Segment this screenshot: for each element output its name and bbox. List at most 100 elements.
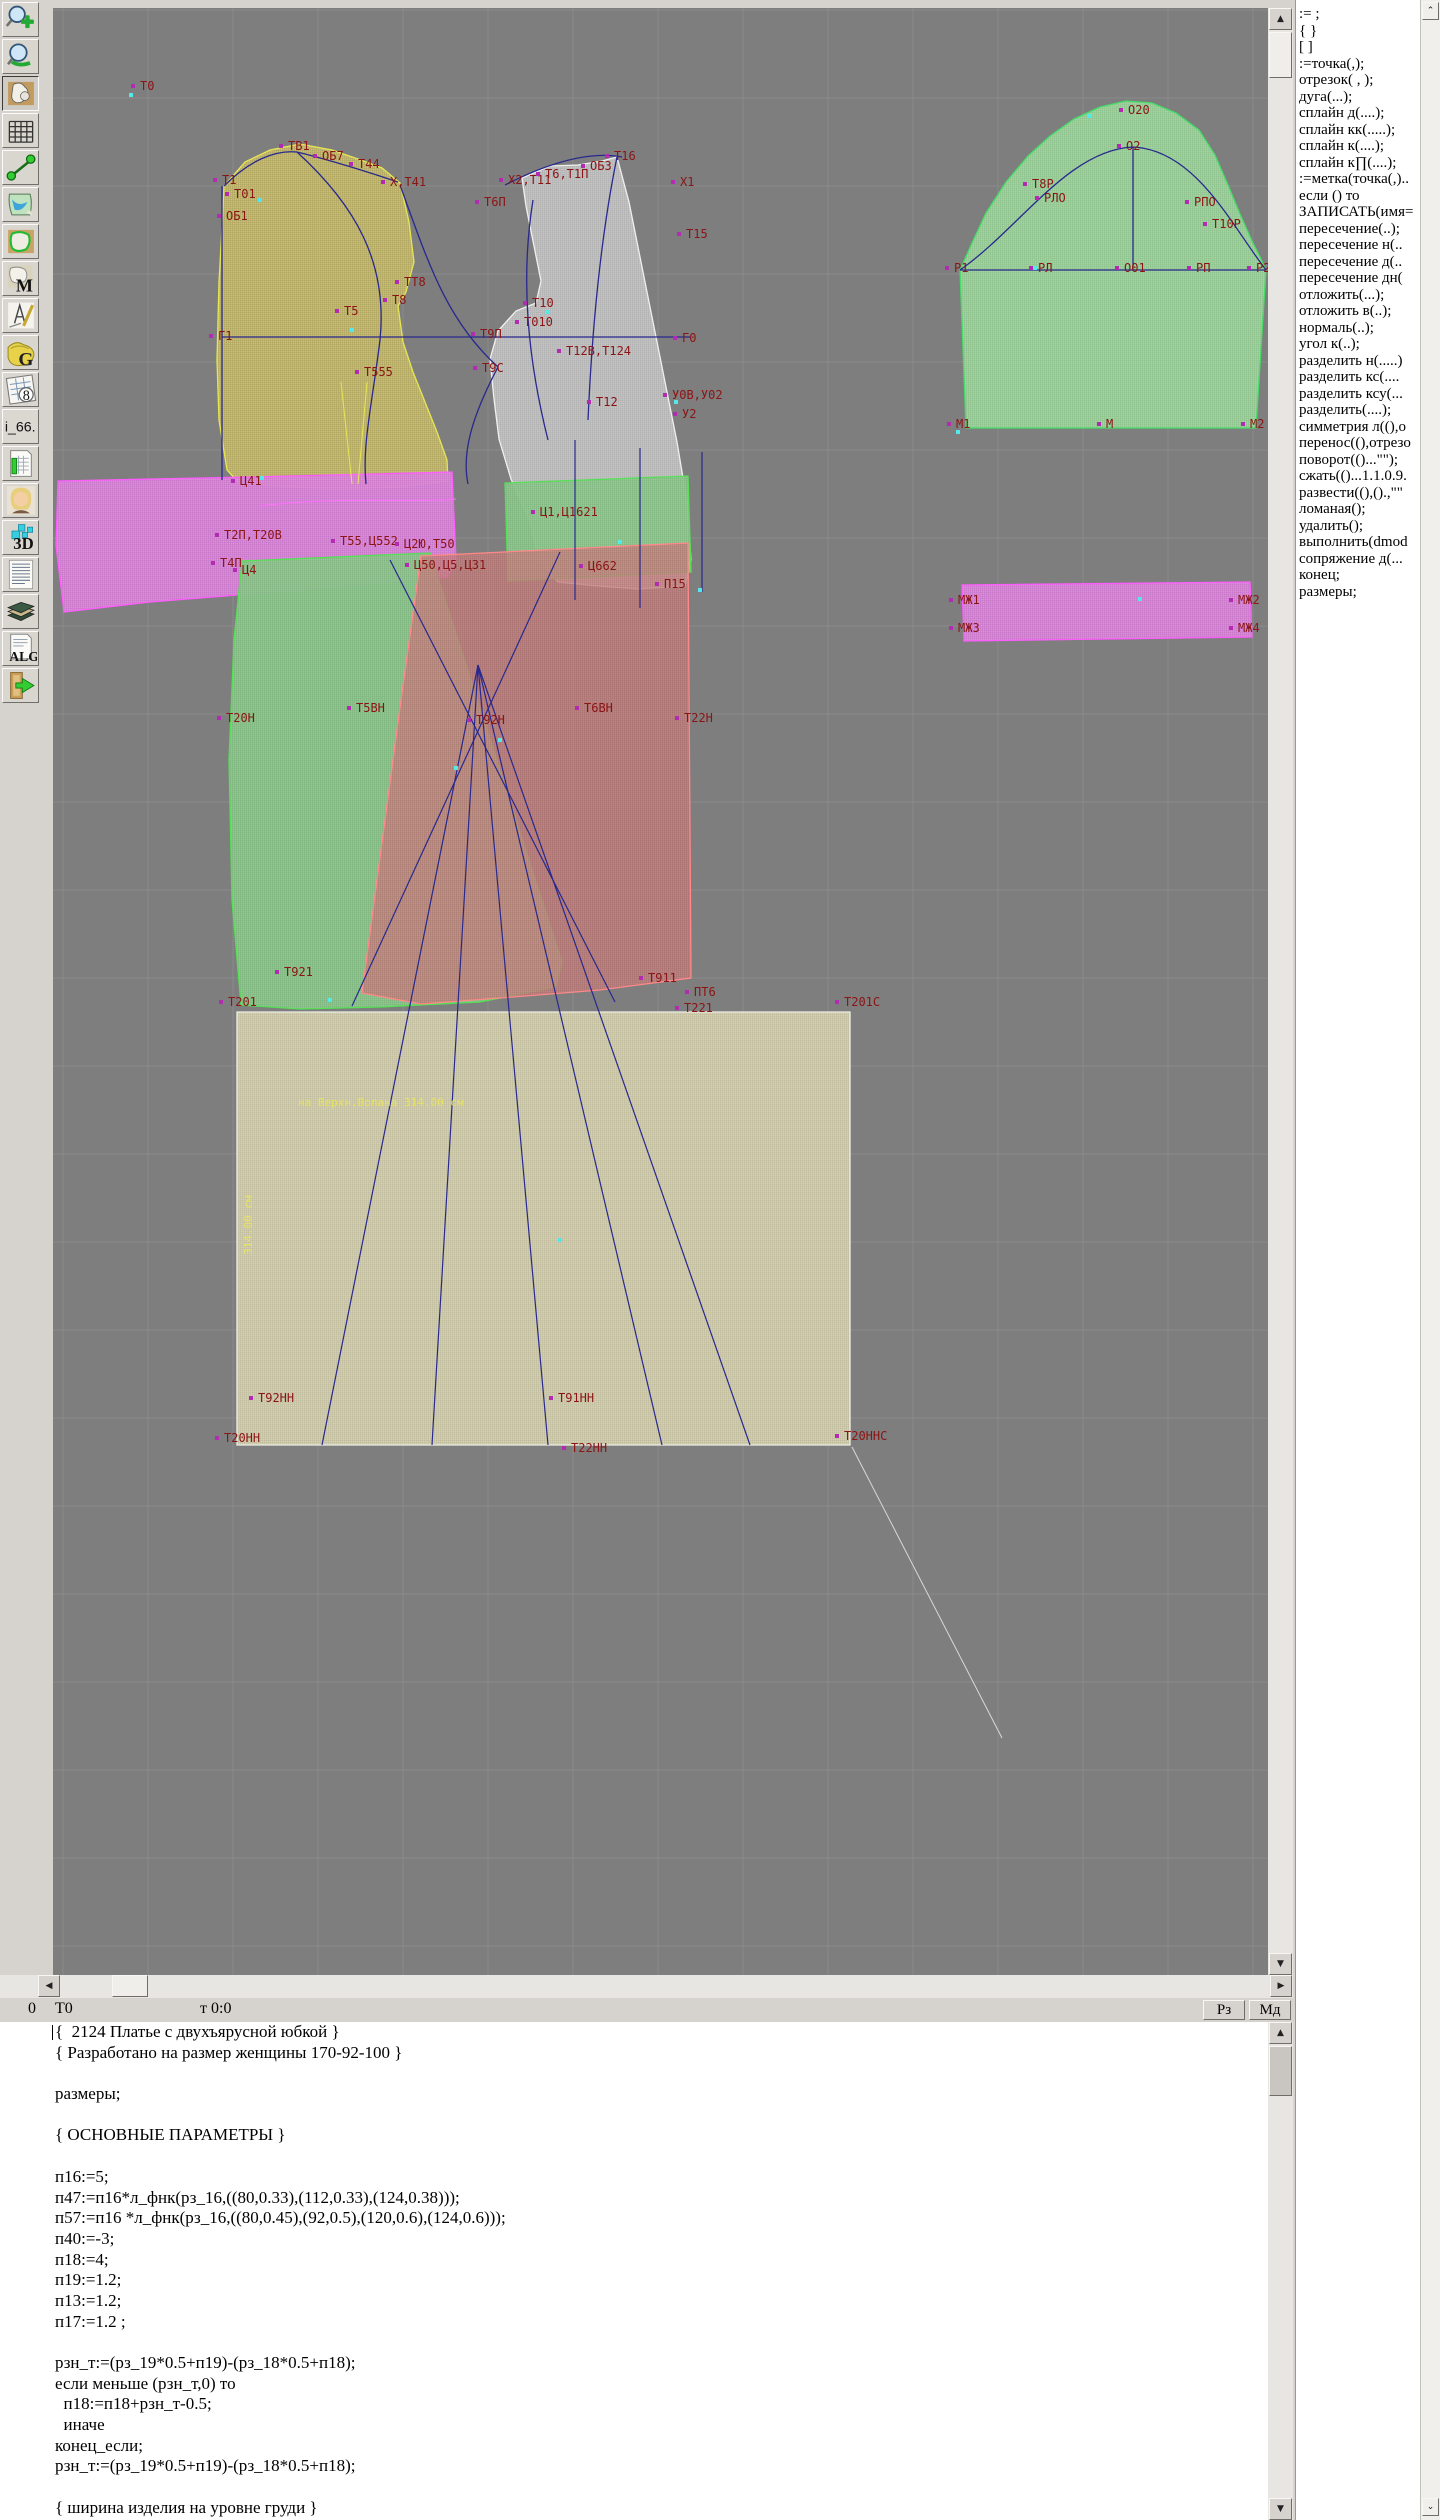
reference-point[interactable] bbox=[618, 540, 622, 544]
point-marker[interactable] bbox=[233, 568, 237, 572]
command-list-item[interactable]: если () то bbox=[1296, 188, 1421, 205]
command-list-item[interactable]: сплайн к∏(....); bbox=[1296, 155, 1421, 172]
point-marker[interactable] bbox=[347, 706, 351, 710]
hscroll-thumb[interactable] bbox=[112, 1975, 148, 1997]
map-button[interactable] bbox=[2, 187, 39, 222]
canvas-vscrollbar[interactable]: ▲ ▼ bbox=[1268, 8, 1293, 1975]
point-marker[interactable] bbox=[675, 716, 679, 720]
scroll-left-arrow[interactable]: ◀ bbox=[38, 1975, 60, 1997]
exit-button[interactable] bbox=[2, 668, 39, 703]
point-marker[interactable] bbox=[655, 582, 659, 586]
reference-point[interactable] bbox=[698, 588, 702, 592]
command-list-item[interactable]: сплайн д(....); bbox=[1296, 105, 1421, 122]
vscroll-thumb[interactable] bbox=[1269, 32, 1292, 78]
point-marker[interactable] bbox=[217, 214, 221, 218]
point-marker[interactable] bbox=[557, 349, 561, 353]
command-list-item[interactable]: := ; bbox=[1296, 6, 1421, 23]
point-marker[interactable] bbox=[215, 533, 219, 537]
command-list-item[interactable]: разделить кс(.... bbox=[1296, 369, 1421, 386]
point-marker[interactable] bbox=[949, 598, 953, 602]
point-marker[interactable] bbox=[467, 718, 471, 722]
point-marker[interactable] bbox=[531, 510, 535, 514]
point-marker[interactable] bbox=[1115, 266, 1119, 270]
command-list-item[interactable]: пересечение н(.. bbox=[1296, 237, 1421, 254]
reference-point[interactable] bbox=[498, 738, 502, 742]
point-marker[interactable] bbox=[587, 400, 591, 404]
point-marker[interactable] bbox=[675, 1006, 679, 1010]
document-button[interactable] bbox=[2, 557, 39, 592]
command-list-item[interactable]: разделить ксу(... bbox=[1296, 386, 1421, 403]
point-marker[interactable] bbox=[579, 564, 583, 568]
pattern-outline-button[interactable] bbox=[2, 224, 39, 259]
point-marker[interactable] bbox=[395, 280, 399, 284]
command-list-item[interactable]: разделить н(.....) bbox=[1296, 353, 1421, 370]
reference-point[interactable] bbox=[546, 310, 550, 314]
canvas-hscrollbar[interactable]: ◀ ▶ bbox=[0, 1975, 1293, 1998]
command-list-item[interactable]: разделить(....); bbox=[1296, 402, 1421, 419]
reference-point[interactable] bbox=[350, 328, 354, 332]
reference-point[interactable] bbox=[129, 93, 133, 97]
point-marker[interactable] bbox=[673, 336, 677, 340]
point-marker[interactable] bbox=[947, 422, 951, 426]
command-list-item[interactable]: конец; bbox=[1296, 567, 1421, 584]
point-marker[interactable] bbox=[471, 332, 475, 336]
segment-button[interactable] bbox=[2, 150, 39, 185]
command-list-item[interactable]: [ ] bbox=[1296, 39, 1421, 56]
point-marker[interactable] bbox=[1229, 598, 1233, 602]
point-marker[interactable] bbox=[663, 393, 667, 397]
command-list-item[interactable]: нормаль(..); bbox=[1296, 320, 1421, 337]
point-marker[interactable] bbox=[213, 178, 217, 182]
portrait-button[interactable] bbox=[2, 483, 39, 518]
point-marker[interactable] bbox=[581, 164, 585, 168]
point-marker[interactable] bbox=[249, 1396, 253, 1400]
sidebar-scroll-up-arrow[interactable]: ⌃ bbox=[1422, 2, 1439, 20]
zoom-in-button[interactable] bbox=[2, 2, 39, 37]
point-marker[interactable] bbox=[1203, 222, 1207, 226]
point-marker[interactable] bbox=[515, 320, 519, 324]
scroll-down-arrow[interactable]: ▼ bbox=[1269, 1953, 1292, 1975]
command-list-item[interactable]: отложить в(..); bbox=[1296, 303, 1421, 320]
editor-scroll-up-arrow[interactable]: ▲ bbox=[1269, 2022, 1292, 2044]
command-list-item[interactable]: поворот(()...""); bbox=[1296, 452, 1421, 469]
editor-scroll-down-arrow[interactable]: ▼ bbox=[1269, 2498, 1292, 2520]
editor-vscrollbar[interactable]: ▲ ▼ bbox=[1268, 2022, 1293, 2520]
reference-point[interactable] bbox=[1138, 597, 1142, 601]
point-marker[interactable] bbox=[1229, 626, 1233, 630]
command-list-item[interactable]: сплайн кк(.....); bbox=[1296, 122, 1421, 139]
md-button[interactable]: Мд bbox=[1249, 2000, 1291, 2020]
point-marker[interactable] bbox=[835, 1000, 839, 1004]
point-marker[interactable] bbox=[381, 180, 385, 184]
command-list-item[interactable]: симметрия л((),о bbox=[1296, 419, 1421, 436]
spreadsheet-button[interactable] bbox=[2, 446, 39, 481]
point-marker[interactable] bbox=[671, 180, 675, 184]
point-marker[interactable] bbox=[1117, 144, 1121, 148]
point-marker[interactable] bbox=[217, 716, 221, 720]
pattern-piece-beige-skirt-tier[interactable] bbox=[237, 1012, 850, 1445]
reference-point[interactable] bbox=[258, 198, 262, 202]
point-marker[interactable] bbox=[1185, 200, 1189, 204]
books-button[interactable] bbox=[2, 594, 39, 629]
command-list-item[interactable]: сжать(()...1.1.0.9. bbox=[1296, 468, 1421, 485]
point-marker[interactable] bbox=[549, 1396, 553, 1400]
editor-vscroll-thumb[interactable] bbox=[1269, 2046, 1292, 2096]
command-list-item[interactable]: отрезок( , ); bbox=[1296, 72, 1421, 89]
command-list-item[interactable]: пересечение дн( bbox=[1296, 270, 1421, 287]
point-marker[interactable] bbox=[499, 178, 503, 182]
point-marker[interactable] bbox=[523, 301, 527, 305]
command-list-item[interactable]: пересечение(..); bbox=[1296, 221, 1421, 238]
point-marker[interactable] bbox=[575, 706, 579, 710]
point-marker[interactable] bbox=[673, 412, 677, 416]
point-marker[interactable] bbox=[677, 232, 681, 236]
point-marker[interactable] bbox=[331, 539, 335, 543]
alg-button[interactable]: ALG bbox=[2, 631, 39, 666]
pattern-m-button[interactable]: M bbox=[2, 261, 39, 296]
point-marker[interactable] bbox=[1029, 266, 1033, 270]
command-list-item[interactable]: сплайн к(....); bbox=[1296, 138, 1421, 155]
point-marker[interactable] bbox=[349, 162, 353, 166]
reference-point[interactable] bbox=[328, 998, 332, 1002]
program-editor[interactable]: { 2124 Платье с двухъярусной юбкой }{ Ра… bbox=[0, 2022, 1268, 2520]
calculator-button[interactable]: 8 bbox=[2, 372, 39, 407]
sidebar-scrollbar[interactable]: ⌃ ⌄ bbox=[1420, 0, 1440, 2520]
command-list-item[interactable]: перенос((),отрезо bbox=[1296, 435, 1421, 452]
point-marker[interactable] bbox=[405, 563, 409, 567]
